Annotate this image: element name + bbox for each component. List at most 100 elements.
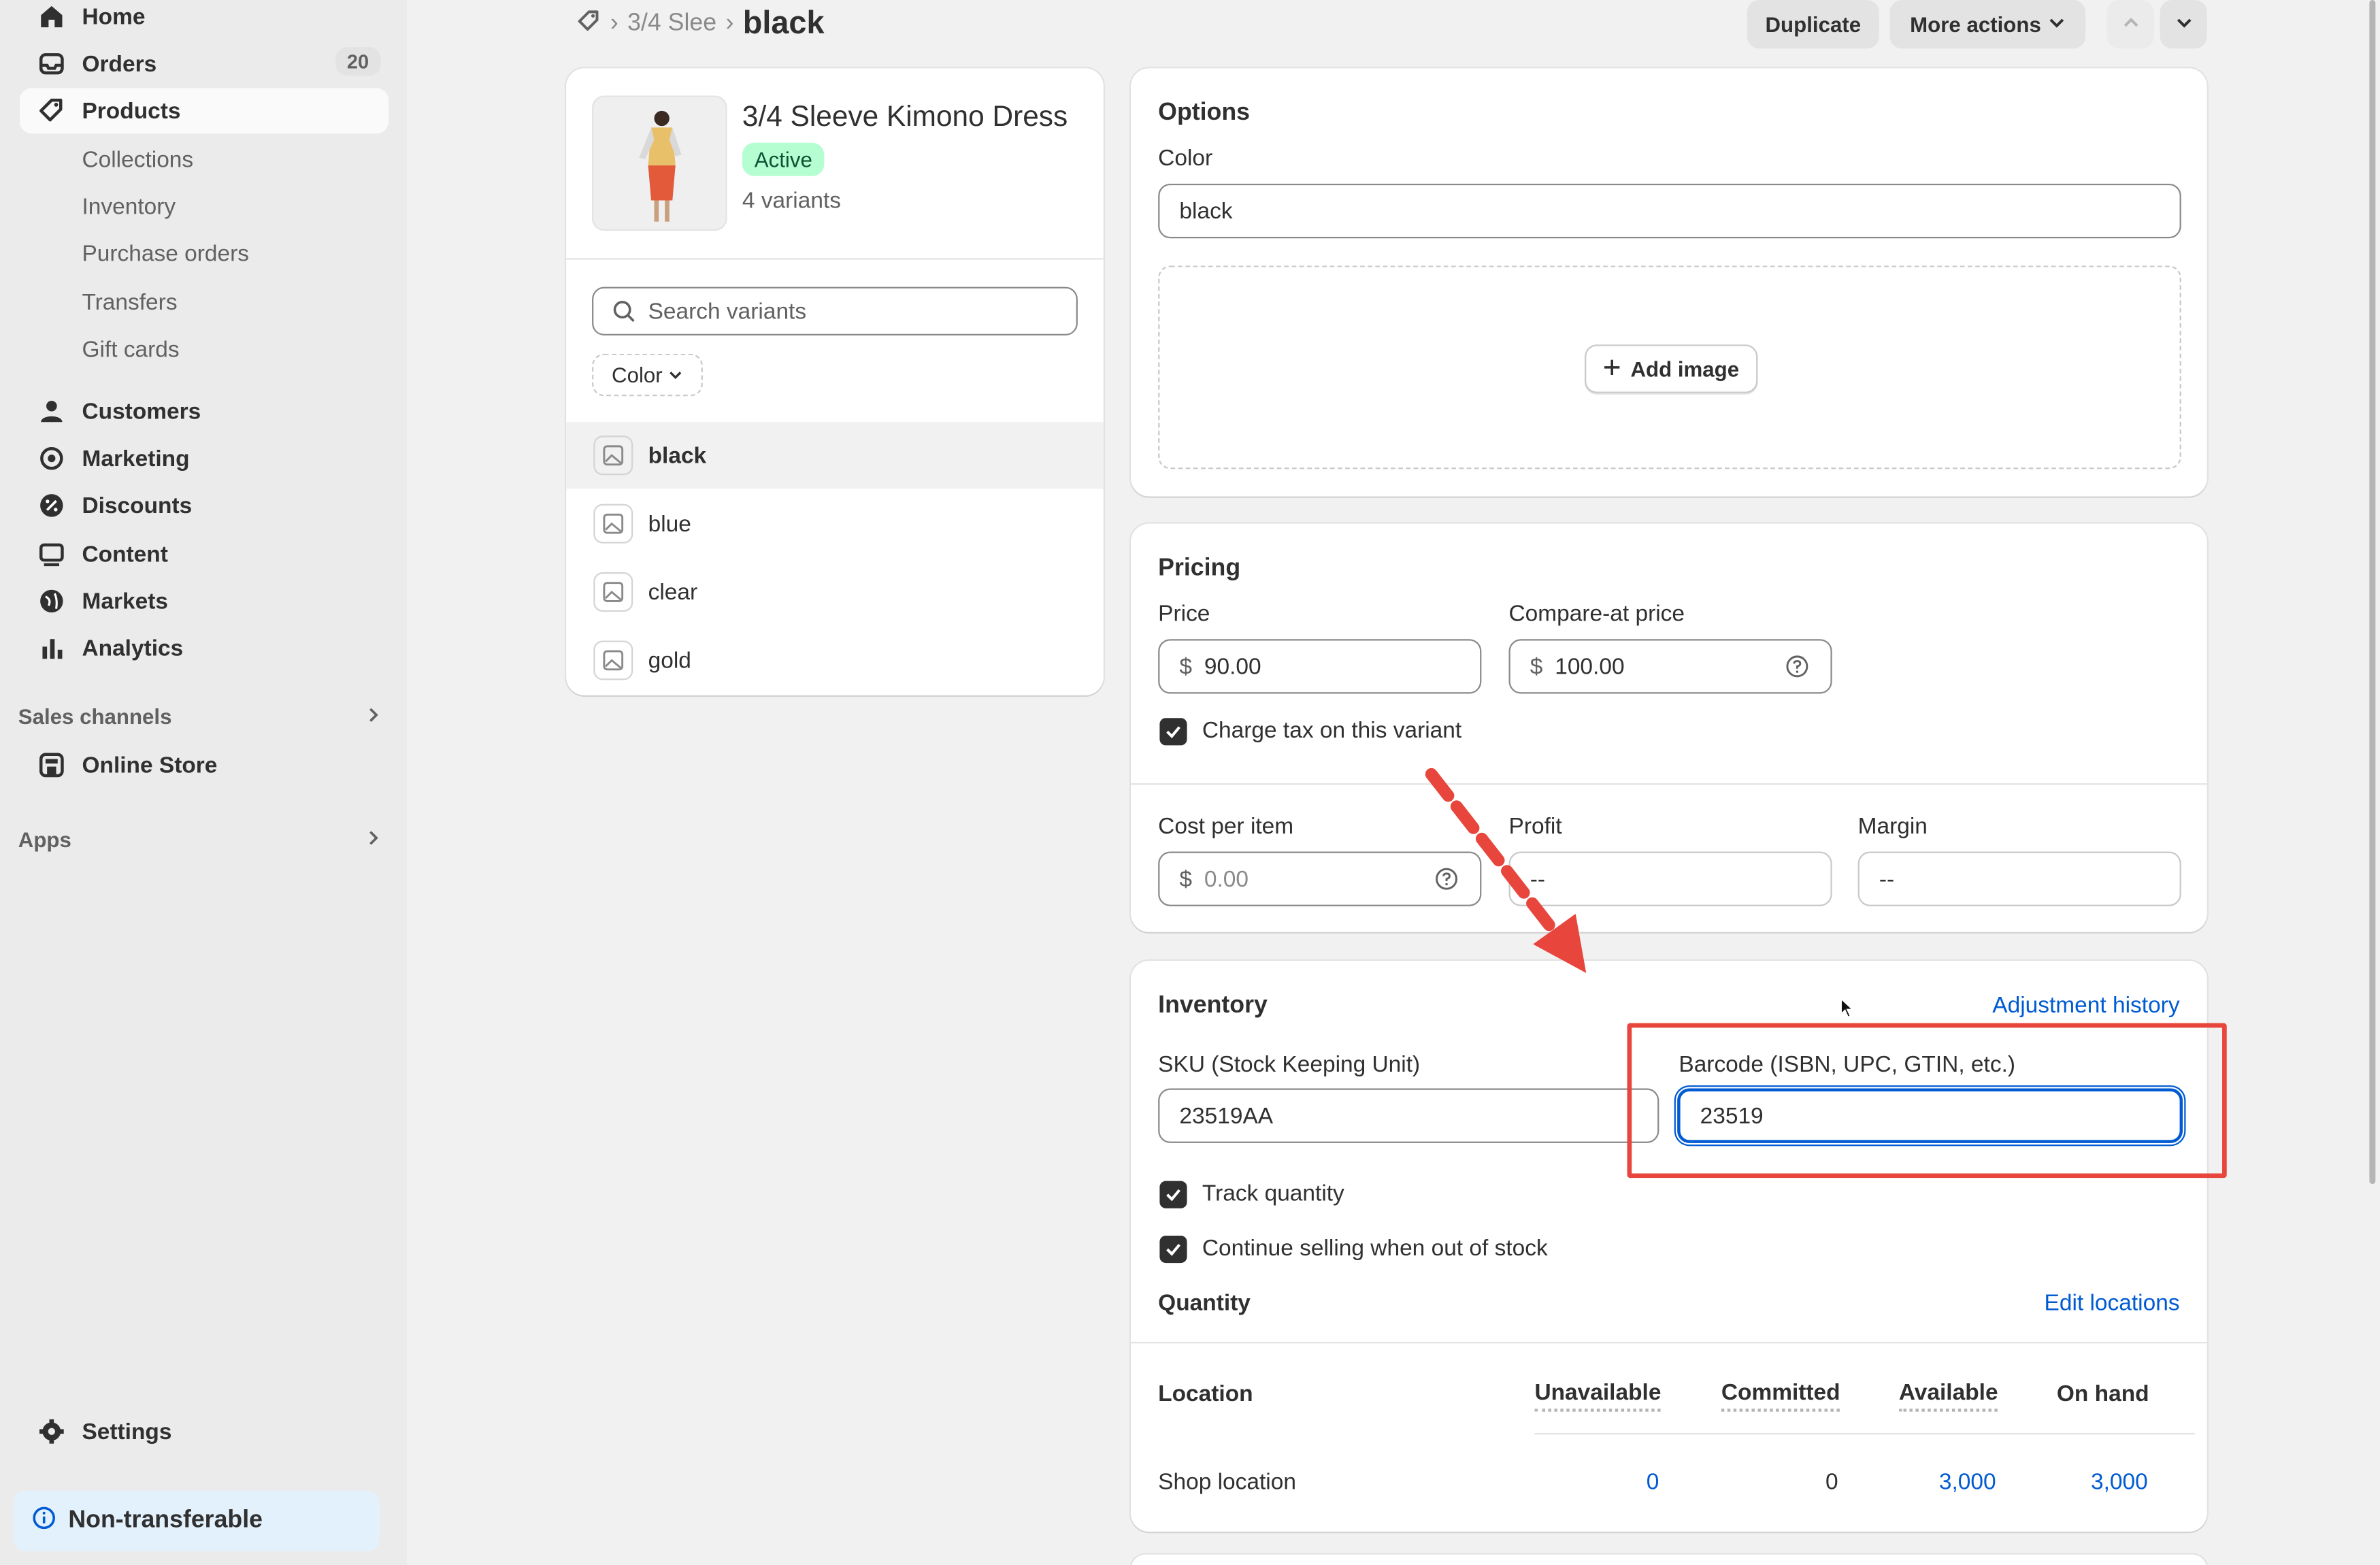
color-filter-label: Color	[612, 363, 663, 387]
edit-locations-link[interactable]: Edit locations	[2045, 1290, 2180, 1316]
variant-label: blue	[648, 510, 691, 537]
search-variants-input[interactable]: Search variants	[592, 286, 1078, 336]
chevron-down-icon	[2175, 12, 2193, 37]
variant-count: 4 variants	[742, 188, 842, 214]
sidebar-subitem-purchase-orders[interactable]: Purchase orders	[82, 237, 249, 270]
sidebar-subitem-gift-cards[interactable]: Gift cards	[82, 333, 179, 366]
previous-variant-button[interactable]	[2106, 0, 2154, 49]
scrollbar-thumb[interactable]	[2369, 0, 2376, 1185]
chevron-right-icon: ›	[610, 10, 618, 37]
sku-value: 23519AA	[1179, 1102, 1274, 1129]
add-image-button[interactable]: Add image	[1585, 344, 1758, 393]
sidebar-item-customers[interactable]: Customers	[20, 389, 389, 434]
person-icon	[37, 396, 67, 427]
sku-input[interactable]: 23519AA	[1158, 1088, 1659, 1143]
sidebar-item-label: Home	[82, 3, 146, 30]
tag-icon[interactable]	[577, 8, 601, 40]
apps-label: Apps	[18, 827, 71, 852]
sidebar-subitem-inventory[interactable]: Inventory	[82, 190, 176, 223]
margin-value: --	[1879, 866, 1895, 892]
continue-selling-checkbox[interactable]	[1159, 1235, 1187, 1264]
sidebar: Home Orders 20 Products Collections Inve…	[0, 0, 407, 1565]
sidebar-item-markets[interactable]: Markets	[20, 578, 389, 624]
chevron-down-icon	[669, 363, 684, 387]
inventory-title: Inventory	[1158, 993, 1268, 1019]
checkmark-icon	[1166, 1189, 1180, 1202]
margin-label: Margin	[1857, 813, 1928, 840]
non-transferable-banner[interactable]: Non-transferable	[14, 1490, 380, 1551]
variant-row-clear[interactable]: clear	[566, 559, 1104, 625]
checkmark-icon	[1166, 1244, 1180, 1256]
store-icon	[37, 750, 67, 780]
sidebar-item-marketing[interactable]: Marketing	[20, 435, 389, 481]
orders-icon	[37, 48, 67, 79]
plus-icon	[1603, 357, 1621, 381]
sidebar-item-home[interactable]: Home	[20, 0, 389, 39]
cost-per-item-label: Cost per item	[1158, 813, 1294, 840]
available-value[interactable]: 3,000	[1889, 1470, 1996, 1496]
committed-value: 0	[1825, 1469, 1838, 1496]
color-filter-button[interactable]: Color	[592, 353, 704, 397]
charge-tax-checkbox[interactable]	[1159, 718, 1187, 746]
variant-row-black[interactable]: black	[566, 422, 1104, 489]
margin-field: --	[1857, 851, 2181, 906]
sidebar-item-discounts[interactable]: Discounts	[20, 482, 389, 528]
non-transferable-label: Non-transferable	[68, 1507, 263, 1534]
sidebar-item-orders[interactable]: Orders 20	[20, 41, 389, 86]
sidebar-item-analytics[interactable]: Analytics	[20, 625, 389, 671]
chevron-up-icon	[2121, 12, 2140, 37]
unavailable-value[interactable]: 0	[1586, 1470, 1659, 1496]
sidebar-item-label: Settings	[82, 1418, 172, 1445]
on-hand-value[interactable]: 3,000	[2042, 1470, 2148, 1496]
duplicate-button[interactable]: Duplicate	[1747, 0, 1879, 49]
pricing-title: Pricing	[1158, 555, 1241, 582]
track-quantity-checkbox[interactable]	[1159, 1181, 1187, 1208]
price-input[interactable]: $ 90.00	[1158, 639, 1482, 694]
checkmark-icon	[1166, 726, 1180, 738]
compare-at-price-input[interactable]: $ 100.00	[1508, 639, 1832, 694]
adjustment-history-link[interactable]: Adjustment history	[1992, 993, 2179, 1019]
add-image-label: Add image	[1630, 357, 1740, 381]
sales-channels-header[interactable]: Sales channels	[18, 704, 382, 729]
tag-icon	[37, 96, 67, 127]
sidebar-item-products[interactable]: Products	[20, 88, 389, 134]
help-icon[interactable]	[1785, 655, 1810, 685]
sku-label: SKU (Stock Keeping Unit)	[1158, 1052, 1421, 1078]
track-quantity-label: Track quantity	[1202, 1181, 1344, 1207]
next-variant-button[interactable]	[2160, 0, 2207, 49]
color-label: Color	[1158, 146, 1213, 172]
options-title: Options	[1158, 100, 1251, 127]
home-icon	[37, 1, 67, 32]
sidebar-item-online-store[interactable]: Online Store	[20, 742, 389, 788]
cost-placeholder: 0.00	[1204, 866, 1249, 892]
image-placeholder-icon	[593, 640, 633, 680]
sidebar-item-label: Discounts	[82, 492, 193, 518]
sidebar-subitem-transfers[interactable]: Transfers	[82, 285, 177, 318]
breadcrumb: › 3/4 Slee › black	[577, 6, 825, 43]
sidebar-item-label: Online Store	[82, 752, 218, 778]
sidebar-item-content[interactable]: Content	[20, 531, 389, 577]
sidebar-subitem-collections[interactable]: Collections	[82, 143, 193, 176]
sidebar-item-label: Marketing	[82, 445, 190, 472]
chevron-right-icon: ›	[725, 10, 734, 37]
variant-row-blue[interactable]: blue	[566, 491, 1104, 557]
status-badge: Active	[742, 142, 825, 176]
color-input[interactable]: black	[1158, 183, 2181, 239]
variant-label: gold	[648, 647, 691, 674]
column-header-committed[interactable]: Committed	[1721, 1380, 1840, 1412]
divider	[1131, 783, 2207, 785]
annotation-arrow	[1425, 768, 1587, 974]
product-image	[593, 97, 726, 229]
variant-row-gold[interactable]: gold	[566, 627, 1104, 693]
sidebar-item-label: Products	[82, 97, 181, 124]
more-actions-button[interactable]: More actions	[1889, 0, 2086, 49]
duplicate-button-label: Duplicate	[1765, 12, 1862, 37]
sidebar-item-settings[interactable]: Settings	[20, 1408, 389, 1454]
apps-header[interactable]: Apps	[18, 827, 382, 852]
column-header-unavailable[interactable]: Unavailable	[1534, 1380, 1662, 1412]
divider	[566, 258, 1104, 260]
breadcrumb-parent-link[interactable]: 3/4 Slee	[627, 11, 716, 38]
annotation-highlight-box	[1627, 1023, 2227, 1179]
column-header-available[interactable]: Available	[1898, 1380, 1998, 1412]
image-dropzone[interactable]: Add image	[1158, 265, 2181, 469]
